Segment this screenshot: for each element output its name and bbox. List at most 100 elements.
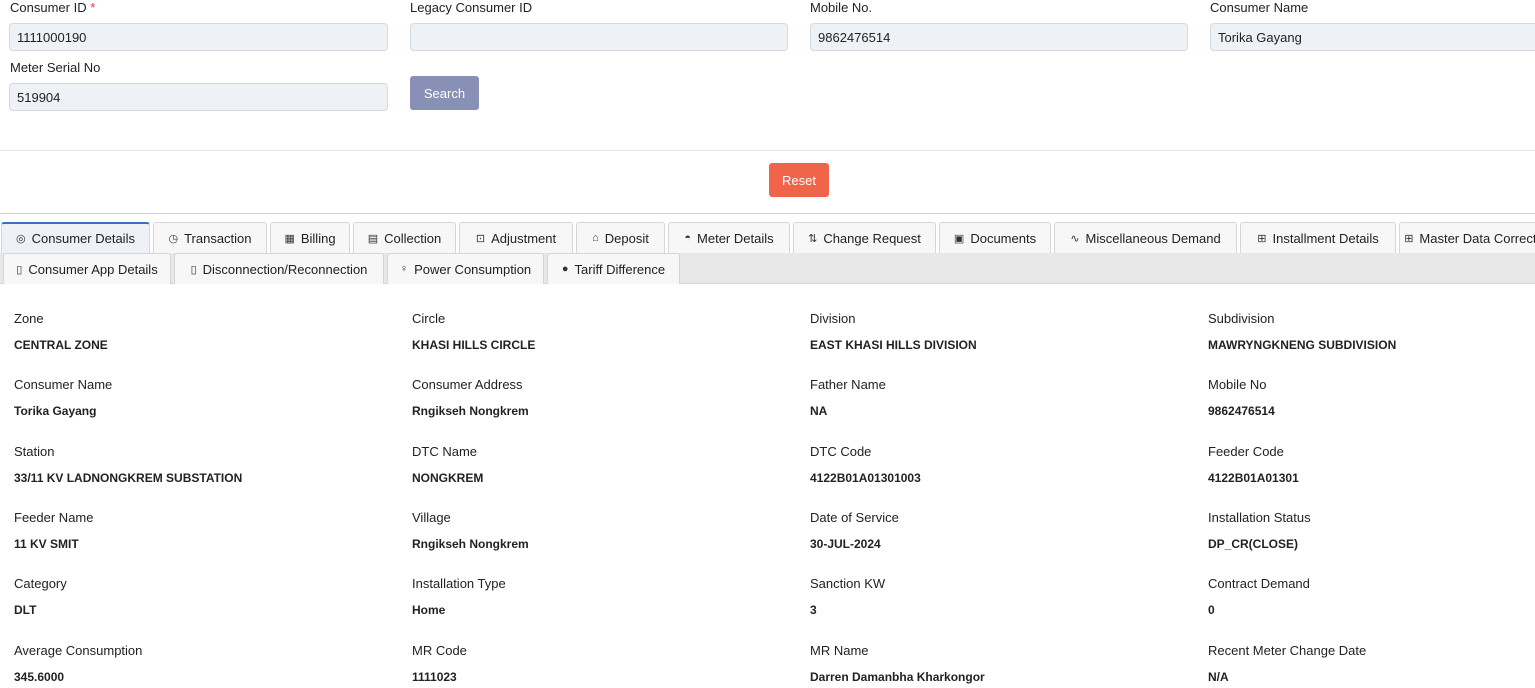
detail-field: Average Consumption 345.6000 xyxy=(14,643,404,684)
detail-value: KHASI HILLS CIRCLE xyxy=(412,338,536,352)
detail-value: CENTRAL ZONE xyxy=(14,338,108,352)
detail-field: Consumer Name Torika Gayang xyxy=(14,377,404,418)
detail-label: Installation Status xyxy=(1208,509,1311,525)
detail-value: 9862476514 xyxy=(1208,404,1275,419)
detail-value: Darren Damanbha Kharkongor xyxy=(810,669,985,684)
legacy-id-input[interactable] xyxy=(410,23,788,51)
tab-disconnection-reconnection[interactable]: ▯ Disconnection/Reconnection xyxy=(174,253,384,284)
change-request-icon: ⇅ xyxy=(808,232,818,245)
disconnection-reconnection-icon: ▯ xyxy=(190,263,197,276)
billing-icon: ▦ xyxy=(284,232,295,245)
detail-value: 33/11 KV LADNONGKREM SUBSTATION xyxy=(14,470,243,485)
detail-field: Contract Demand 0 xyxy=(1208,576,1535,617)
detail-label: MR Name xyxy=(810,642,869,658)
detail-value: 345.6000 xyxy=(14,669,65,684)
detail-value: 4122B01A01301003 xyxy=(810,470,921,485)
tab-documents[interactable]: ▣ Documents xyxy=(939,222,1051,253)
tab-label: Adjustment xyxy=(491,230,557,246)
tab-collection[interactable]: ▤ Collection xyxy=(353,222,456,253)
detail-label: Contract Demand xyxy=(1208,576,1310,592)
tab-label: Collection xyxy=(384,230,442,246)
detail-field: Mobile No 9862476514 xyxy=(1208,377,1535,418)
detail-field: Date of Service 30-JUL-2024 xyxy=(810,510,1200,551)
consumer-id-label: Consumer ID * xyxy=(10,0,96,15)
tab-label: Meter Details xyxy=(697,230,774,246)
documents-icon: ▣ xyxy=(953,232,965,245)
detail-field: MR Code 1111023 xyxy=(412,643,802,684)
mobile-input[interactable] xyxy=(810,23,1188,51)
tab-master-data-correction[interactable]: ⊞ Master Data Correction xyxy=(1399,222,1535,253)
detail-field: Feeder Name 11 KV SMIT xyxy=(14,510,404,551)
tab-label: Miscellaneous Demand xyxy=(1085,230,1221,246)
detail-field: Subdivision MAWRYNGKNENG SUBDIVISION xyxy=(1208,311,1535,352)
detail-field: Recent Meter Change Date N/A xyxy=(1208,643,1535,684)
detail-value: MAWRYNGKNENG SUBDIVISION xyxy=(1208,338,1397,352)
transaction-icon: ◷ xyxy=(168,232,179,245)
power-consumption-icon: ♀ xyxy=(399,263,409,275)
tab-meter-details[interactable]: ◓ Meter Details xyxy=(668,222,790,253)
detail-label: Recent Meter Change Date xyxy=(1208,642,1367,658)
consumer-name-input[interactable] xyxy=(1210,23,1535,51)
tab-label: Tariff Difference xyxy=(574,261,666,277)
reset-button[interactable]: Reset xyxy=(769,163,829,197)
detail-field: Station 33/11 KV LADNONGKREM SUBSTATION xyxy=(14,444,404,485)
meter-serial-input[interactable] xyxy=(9,83,388,111)
master-data-correction-icon: ⊞ xyxy=(1404,232,1414,245)
tab-label: Deposit xyxy=(604,230,649,246)
tab-change-request[interactable]: ⇅ Change Request xyxy=(793,222,936,253)
detail-value: 3 xyxy=(810,603,817,618)
tab-label: Consumer Details xyxy=(31,231,135,246)
detail-label: Mobile No xyxy=(1208,377,1267,393)
tab-miscellaneous-demand[interactable]: ∿ Miscellaneous Demand xyxy=(1054,222,1237,253)
tab-label: Power Consumption xyxy=(414,261,532,277)
tab-installment-details[interactable]: ⊞ Installment Details xyxy=(1240,222,1396,253)
detail-label: Circle xyxy=(412,311,446,326)
tab-label: Consumer App Details xyxy=(28,261,158,277)
tab-tariff-difference[interactable]: ● Tariff Difference xyxy=(547,253,680,284)
legacy-id-label: Legacy Consumer ID xyxy=(410,0,533,15)
detail-label: Station xyxy=(14,443,55,459)
detail-value: DP_CR(CLOSE) xyxy=(1208,536,1299,551)
tab-billing[interactable]: ▦ Billing xyxy=(270,222,350,253)
tab-label: Installment Details xyxy=(1272,230,1379,246)
detail-value: 11 KV SMIT xyxy=(14,536,79,551)
detail-label: Installation Type xyxy=(412,576,506,592)
detail-label: Feeder Code xyxy=(1208,443,1284,459)
detail-field: Division EAST KHASI HILLS DIVISION xyxy=(810,311,1200,352)
detail-value: NONGKREM xyxy=(412,470,484,485)
meter-details-icon: ◓ xyxy=(684,232,692,244)
detail-value: NA xyxy=(810,404,828,419)
tab-power-consumption[interactable]: ♀ Power Consumption xyxy=(387,253,544,284)
detail-label: DTC Code xyxy=(810,443,872,459)
detail-field: Installation Type Home xyxy=(412,576,802,617)
detail-field: Zone CENTRAL ZONE xyxy=(14,311,404,352)
detail-label: DTC Name xyxy=(412,443,478,459)
consumer-id-input[interactable] xyxy=(9,23,388,51)
deposit-icon: ⌂ xyxy=(592,232,599,244)
tab-label: Billing xyxy=(300,230,336,246)
mobile-label: Mobile No. xyxy=(810,0,873,15)
detail-value: Rngikseh Nongkrem xyxy=(412,536,529,551)
detail-label: Sanction KW xyxy=(810,576,886,592)
detail-field: Consumer Address Rngikseh Nongkrem xyxy=(412,377,802,418)
tab-label: Disconnection/Reconnection xyxy=(202,261,368,277)
divider xyxy=(0,213,1535,214)
detail-value: DLT xyxy=(14,603,37,618)
detail-field: DTC Name NONGKREM xyxy=(412,444,802,485)
detail-value: 1111023 xyxy=(412,669,457,684)
detail-label: Category xyxy=(14,576,67,592)
tab-consumer-app-details[interactable]: ▯ Consumer App Details xyxy=(3,253,171,284)
tab-label: Transaction xyxy=(184,230,252,246)
detail-label: Average Consumption xyxy=(14,642,143,658)
tab-consumer-details[interactable]: ◎ Consumer Details xyxy=(1,222,150,253)
search-button[interactable]: Search xyxy=(410,76,479,110)
consumer-app-details-icon: ▯ xyxy=(16,263,23,276)
installment-details-icon: ⊞ xyxy=(1257,232,1267,245)
divider xyxy=(0,150,1535,151)
tab-adjustment[interactable]: ⊡ Adjustment xyxy=(459,222,573,253)
detail-label: Father Name xyxy=(810,377,886,393)
detail-value: Home xyxy=(412,603,446,618)
tab-transaction[interactable]: ◷ Transaction xyxy=(153,222,267,253)
detail-field: MR Name Darren Damanbha Kharkongor xyxy=(810,643,1200,684)
tab-deposit[interactable]: ⌂ Deposit xyxy=(576,222,665,253)
